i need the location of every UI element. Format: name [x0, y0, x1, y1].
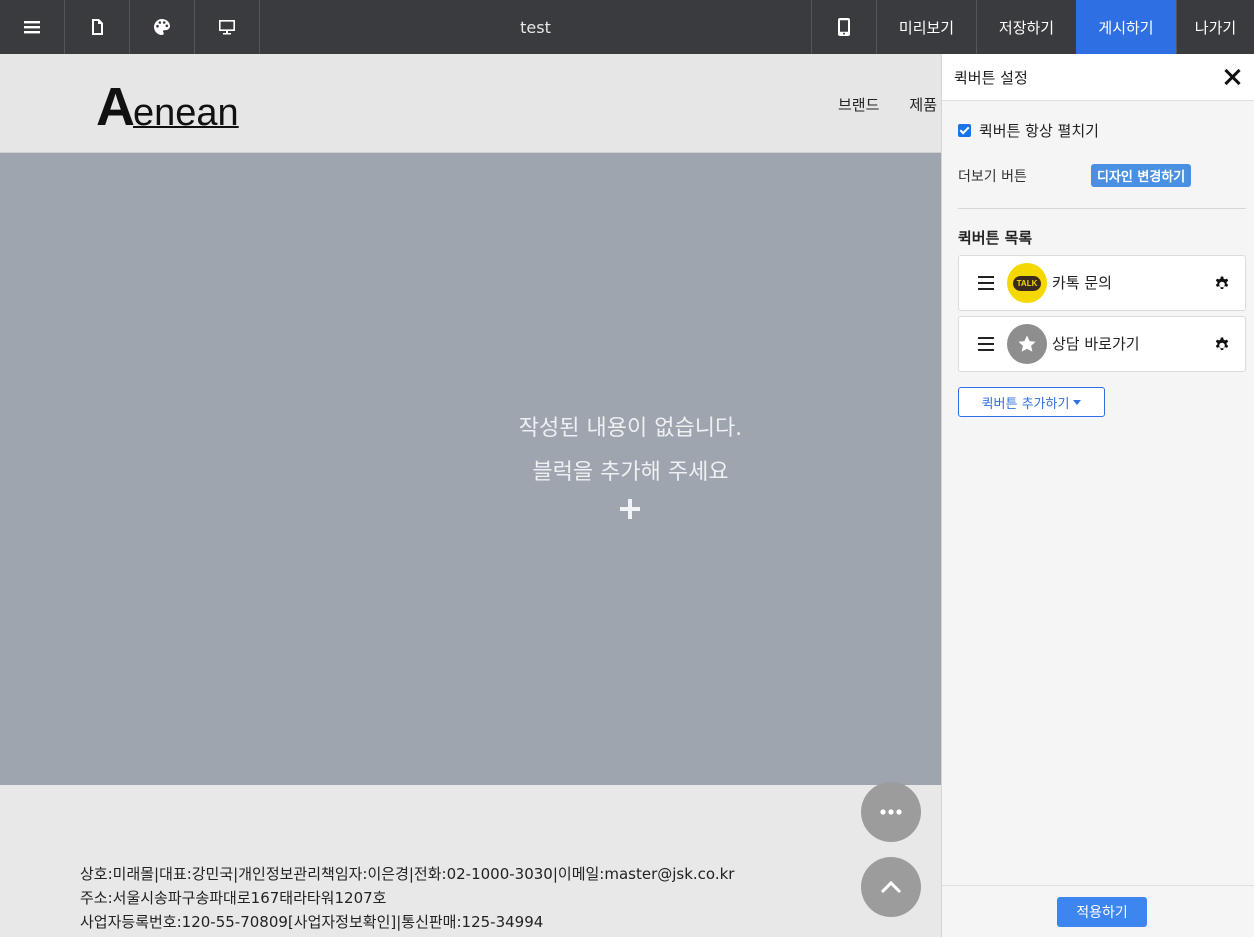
- footer-company-line: 상호:미래몰|대표:강민국|개인정보관리책임자:이은경|전화:02-1000-3…: [80, 865, 735, 883]
- quick-button-item[interactable]: 상담 바로가기: [958, 316, 1246, 372]
- kakaotalk-icon: TALK: [1007, 263, 1047, 303]
- palette-icon: [154, 19, 170, 35]
- mobile-icon: [838, 18, 850, 36]
- mobile-view-button[interactable]: [811, 0, 876, 54]
- preview-button[interactable]: 미리보기: [876, 0, 976, 54]
- always-expand-checkbox[interactable]: [958, 124, 971, 137]
- footer-registration-line: 사업자등록번호:120-55-70809[사업자정보확인]|통신판매:125-3…: [80, 913, 544, 931]
- hamburger-icon: [24, 21, 40, 34]
- editor-canvas: Aenean 브랜드 제품 작성된 내용이 없습니다. 블럭을 추가해 주세요 …: [0, 54, 941, 937]
- talk-badge: TALK: [1012, 275, 1042, 291]
- footer-info: 상호:미래몰|대표:강민국|개인정보관리책임자:이은경|전화:02-1000-3…: [80, 862, 734, 934]
- empty-block-area[interactable]: 작성된 내용이 없습니다. 블럭을 추가해 주세요: [0, 153, 941, 785]
- close-icon[interactable]: [1224, 68, 1242, 86]
- monitor-icon: [219, 20, 235, 35]
- drag-handle-icon[interactable]: [978, 276, 994, 290]
- exit-button[interactable]: 나가기: [1176, 0, 1254, 54]
- quick-button-label: 카톡 문의: [1052, 274, 1112, 292]
- scroll-top-button[interactable]: [861, 857, 921, 917]
- logo-initial: A: [96, 77, 135, 137]
- site-footer: 상호:미래몰|대표:강민국|개인정보관리책임자:이은경|전화:02-1000-3…: [0, 785, 941, 937]
- always-expand-label: 퀵버튼 항상 펼치기: [979, 122, 1099, 140]
- apply-button[interactable]: 적용하기: [1057, 897, 1147, 927]
- site-header: Aenean 브랜드 제품: [0, 54, 941, 153]
- nav-item-product[interactable]: 제품: [909, 94, 937, 115]
- quick-more-button[interactable]: [861, 782, 921, 842]
- design-change-button[interactable]: 디자인 변경하기: [1091, 164, 1192, 187]
- publish-button[interactable]: 게시하기: [1076, 0, 1176, 54]
- star-icon: [1007, 324, 1047, 364]
- site-logo[interactable]: Aenean: [96, 76, 239, 138]
- divider: [958, 208, 1246, 209]
- quick-button-settings-panel: 퀵버튼 설정 퀵버튼 항상 펼치기 더보기 버튼 디자인 변경하기 퀵버튼 목록…: [941, 54, 1254, 937]
- chevron-up-icon: [880, 880, 902, 894]
- drag-handle-icon[interactable]: [978, 337, 994, 351]
- always-expand-row[interactable]: 퀵버튼 항상 펼치기: [958, 120, 1099, 141]
- document-title: test: [520, 17, 551, 37]
- nav-item-brand[interactable]: 브랜드: [838, 94, 879, 115]
- desktop-view-button[interactable]: [195, 0, 260, 54]
- panel-header: 퀵버튼 설정: [942, 54, 1254, 101]
- theme-button[interactable]: [130, 0, 195, 54]
- ellipsis-icon: [880, 809, 902, 815]
- quick-button-item[interactable]: TALK 카톡 문의: [958, 255, 1246, 311]
- site-nav: 브랜드 제품: [838, 94, 937, 115]
- more-button-label: 더보기 버튼: [958, 169, 1027, 185]
- empty-message: 작성된 내용이 없습니다.: [518, 416, 743, 441]
- add-block-hint: 블럭을 추가해 주세요: [532, 460, 729, 485]
- save-button[interactable]: 저장하기: [976, 0, 1076, 54]
- file-icon: [92, 19, 103, 35]
- top-toolbar: test 미리보기 저장하기 게시하기 나가기: [0, 0, 1254, 54]
- page-button[interactable]: [65, 0, 130, 54]
- quick-button-label: 상담 바로가기: [1052, 335, 1140, 353]
- add-quick-button[interactable]: 퀵버튼 추가하기: [958, 387, 1105, 417]
- panel-title: 퀵버튼 설정: [954, 68, 1028, 87]
- quick-button-list-title: 퀵버튼 목록: [958, 229, 1033, 247]
- gear-icon[interactable]: [1213, 274, 1231, 292]
- footer-address-line: 주소:서울시송파구송파대로167태라타워1207호: [80, 889, 387, 907]
- add-block-plus-icon[interactable]: [618, 497, 642, 521]
- logo-text: enean: [133, 92, 239, 134]
- gear-icon[interactable]: [1213, 335, 1231, 353]
- caret-down-icon: [1073, 399, 1082, 405]
- menu-button[interactable]: [0, 0, 65, 54]
- panel-footer: 적용하기: [942, 885, 1254, 937]
- add-quick-button-label: 퀵버튼 추가하기: [981, 396, 1070, 412]
